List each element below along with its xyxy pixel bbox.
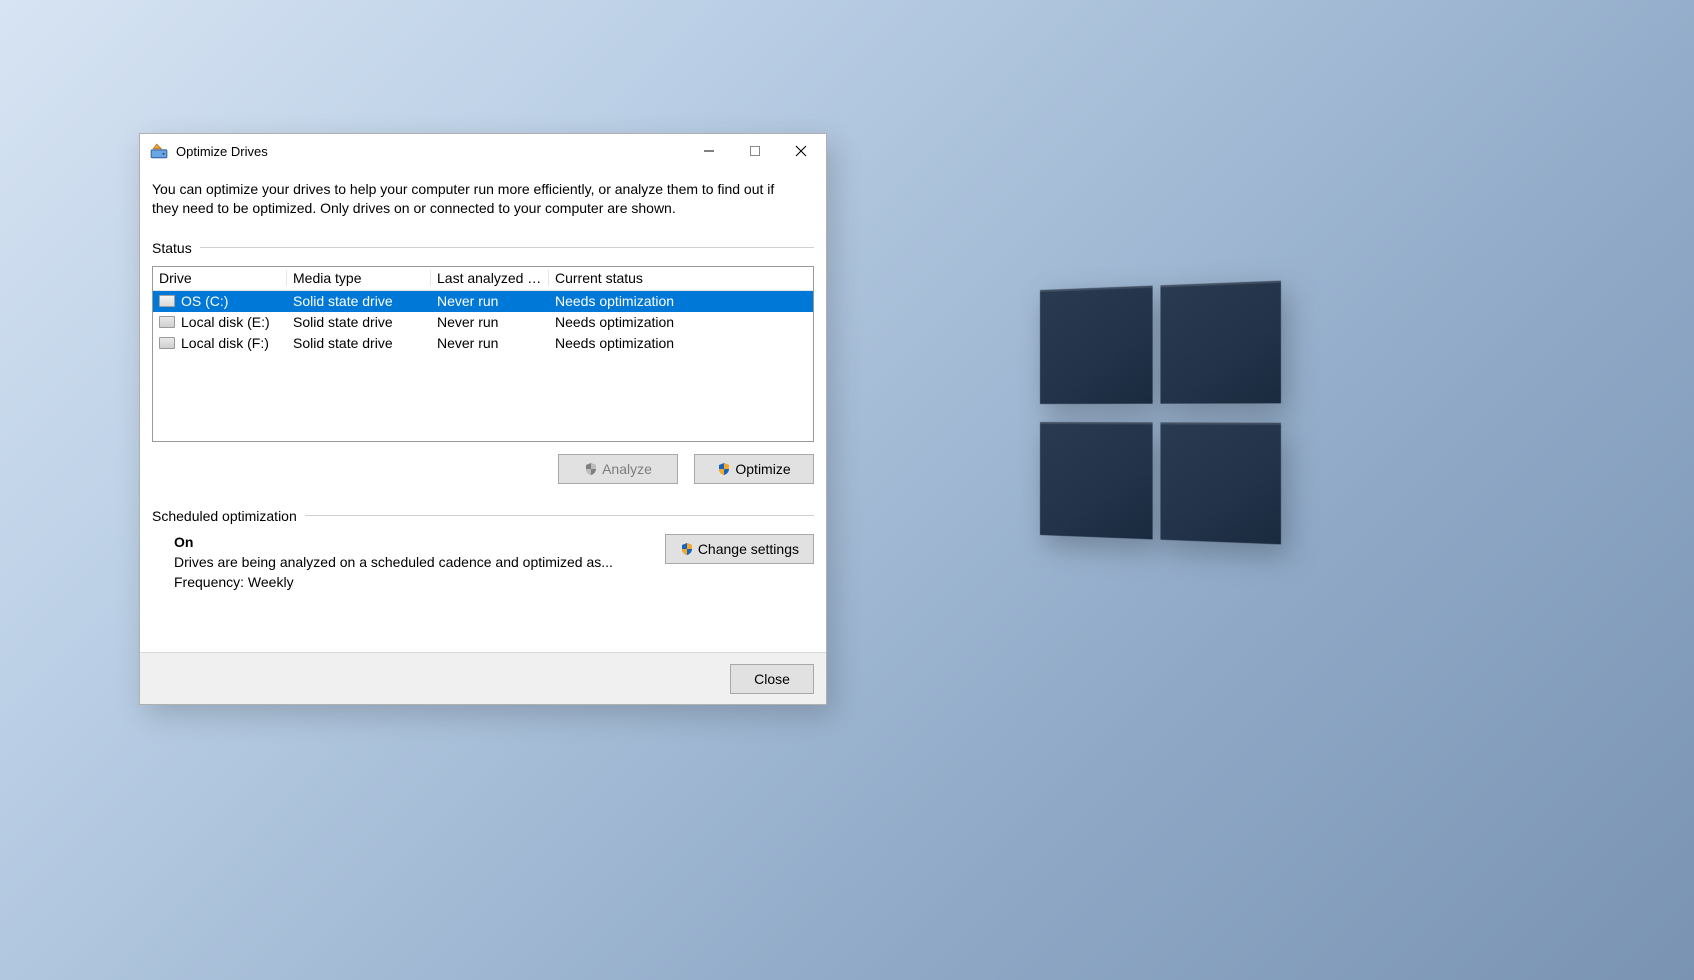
scheduled-heading: Scheduled optimization xyxy=(152,508,814,524)
drive-last: Never run xyxy=(431,335,549,351)
maximize-button[interactable] xyxy=(732,135,778,167)
drive-row[interactable]: OS (C:) Solid state driveNever runNeeds o… xyxy=(153,291,813,312)
close-button[interactable] xyxy=(778,135,824,167)
logo-tile xyxy=(1160,422,1281,545)
drives-list[interactable]: Drive Media type Last analyzed or ... Cu… xyxy=(152,266,814,442)
drive-icon xyxy=(159,295,175,307)
drive-status: Needs optimization xyxy=(549,335,813,351)
analyze-label: Analyze xyxy=(602,461,652,477)
shield-icon xyxy=(717,462,731,476)
analyze-button[interactable]: Analyze xyxy=(558,454,678,484)
scheduled-frequency: Frequency: Weekly xyxy=(174,574,665,590)
column-media[interactable]: Media type xyxy=(287,270,431,286)
change-settings-button[interactable]: Change settings xyxy=(665,534,814,564)
drive-name: Local disk (E:) xyxy=(181,314,270,330)
column-drive[interactable]: Drive xyxy=(153,270,287,286)
status-heading: Status xyxy=(152,240,814,256)
titlebar[interactable]: Optimize Drives xyxy=(140,134,826,168)
optimize-drives-window: Optimize Drives You can optimize your dr… xyxy=(139,133,827,705)
drive-media: Solid state drive xyxy=(287,314,431,330)
optimize-label: Optimize xyxy=(735,461,790,477)
optimize-button[interactable]: Optimize xyxy=(694,454,814,484)
status-rule xyxy=(200,247,814,248)
shield-icon xyxy=(584,462,598,476)
column-last[interactable]: Last analyzed or ... xyxy=(431,270,549,286)
close-dialog-button[interactable]: Close xyxy=(730,664,814,694)
change-settings-label: Change settings xyxy=(698,541,799,557)
scheduled-desc: Drives are being analyzed on a scheduled… xyxy=(174,554,665,570)
drive-name: Local disk (F:) xyxy=(181,335,269,351)
drive-icon xyxy=(159,316,175,328)
drive-icon xyxy=(159,337,175,349)
drive-last: Never run xyxy=(431,314,549,330)
drive-status: Needs optimization xyxy=(549,314,813,330)
minimize-button[interactable] xyxy=(686,135,732,167)
logo-tile xyxy=(1040,422,1152,540)
drive-row[interactable]: Local disk (E:) Solid state driveNever ru… xyxy=(153,312,813,333)
scheduled-rule xyxy=(305,515,814,516)
dialog-footer: Close xyxy=(140,652,826,704)
status-label: Status xyxy=(152,240,200,256)
drive-status: Needs optimization xyxy=(549,293,813,309)
drive-last: Never run xyxy=(431,293,549,309)
drive-row[interactable]: Local disk (F:) Solid state driveNever ru… xyxy=(153,333,813,354)
shield-icon xyxy=(680,542,694,556)
drive-name: OS (C:) xyxy=(181,293,228,309)
column-status[interactable]: Current status xyxy=(549,270,813,286)
logo-tile xyxy=(1160,281,1281,404)
optimize-drives-icon xyxy=(150,142,168,160)
window-title: Optimize Drives xyxy=(176,144,686,159)
intro-text: You can optimize your drives to help you… xyxy=(152,180,792,218)
drive-media: Solid state drive xyxy=(287,293,431,309)
drive-media: Solid state drive xyxy=(287,335,431,351)
close-label: Close xyxy=(754,671,790,687)
logo-tile xyxy=(1040,286,1152,404)
scheduled-label: Scheduled optimization xyxy=(152,508,305,524)
windows-logo xyxy=(1040,281,1281,545)
scheduled-state: On xyxy=(174,534,665,550)
